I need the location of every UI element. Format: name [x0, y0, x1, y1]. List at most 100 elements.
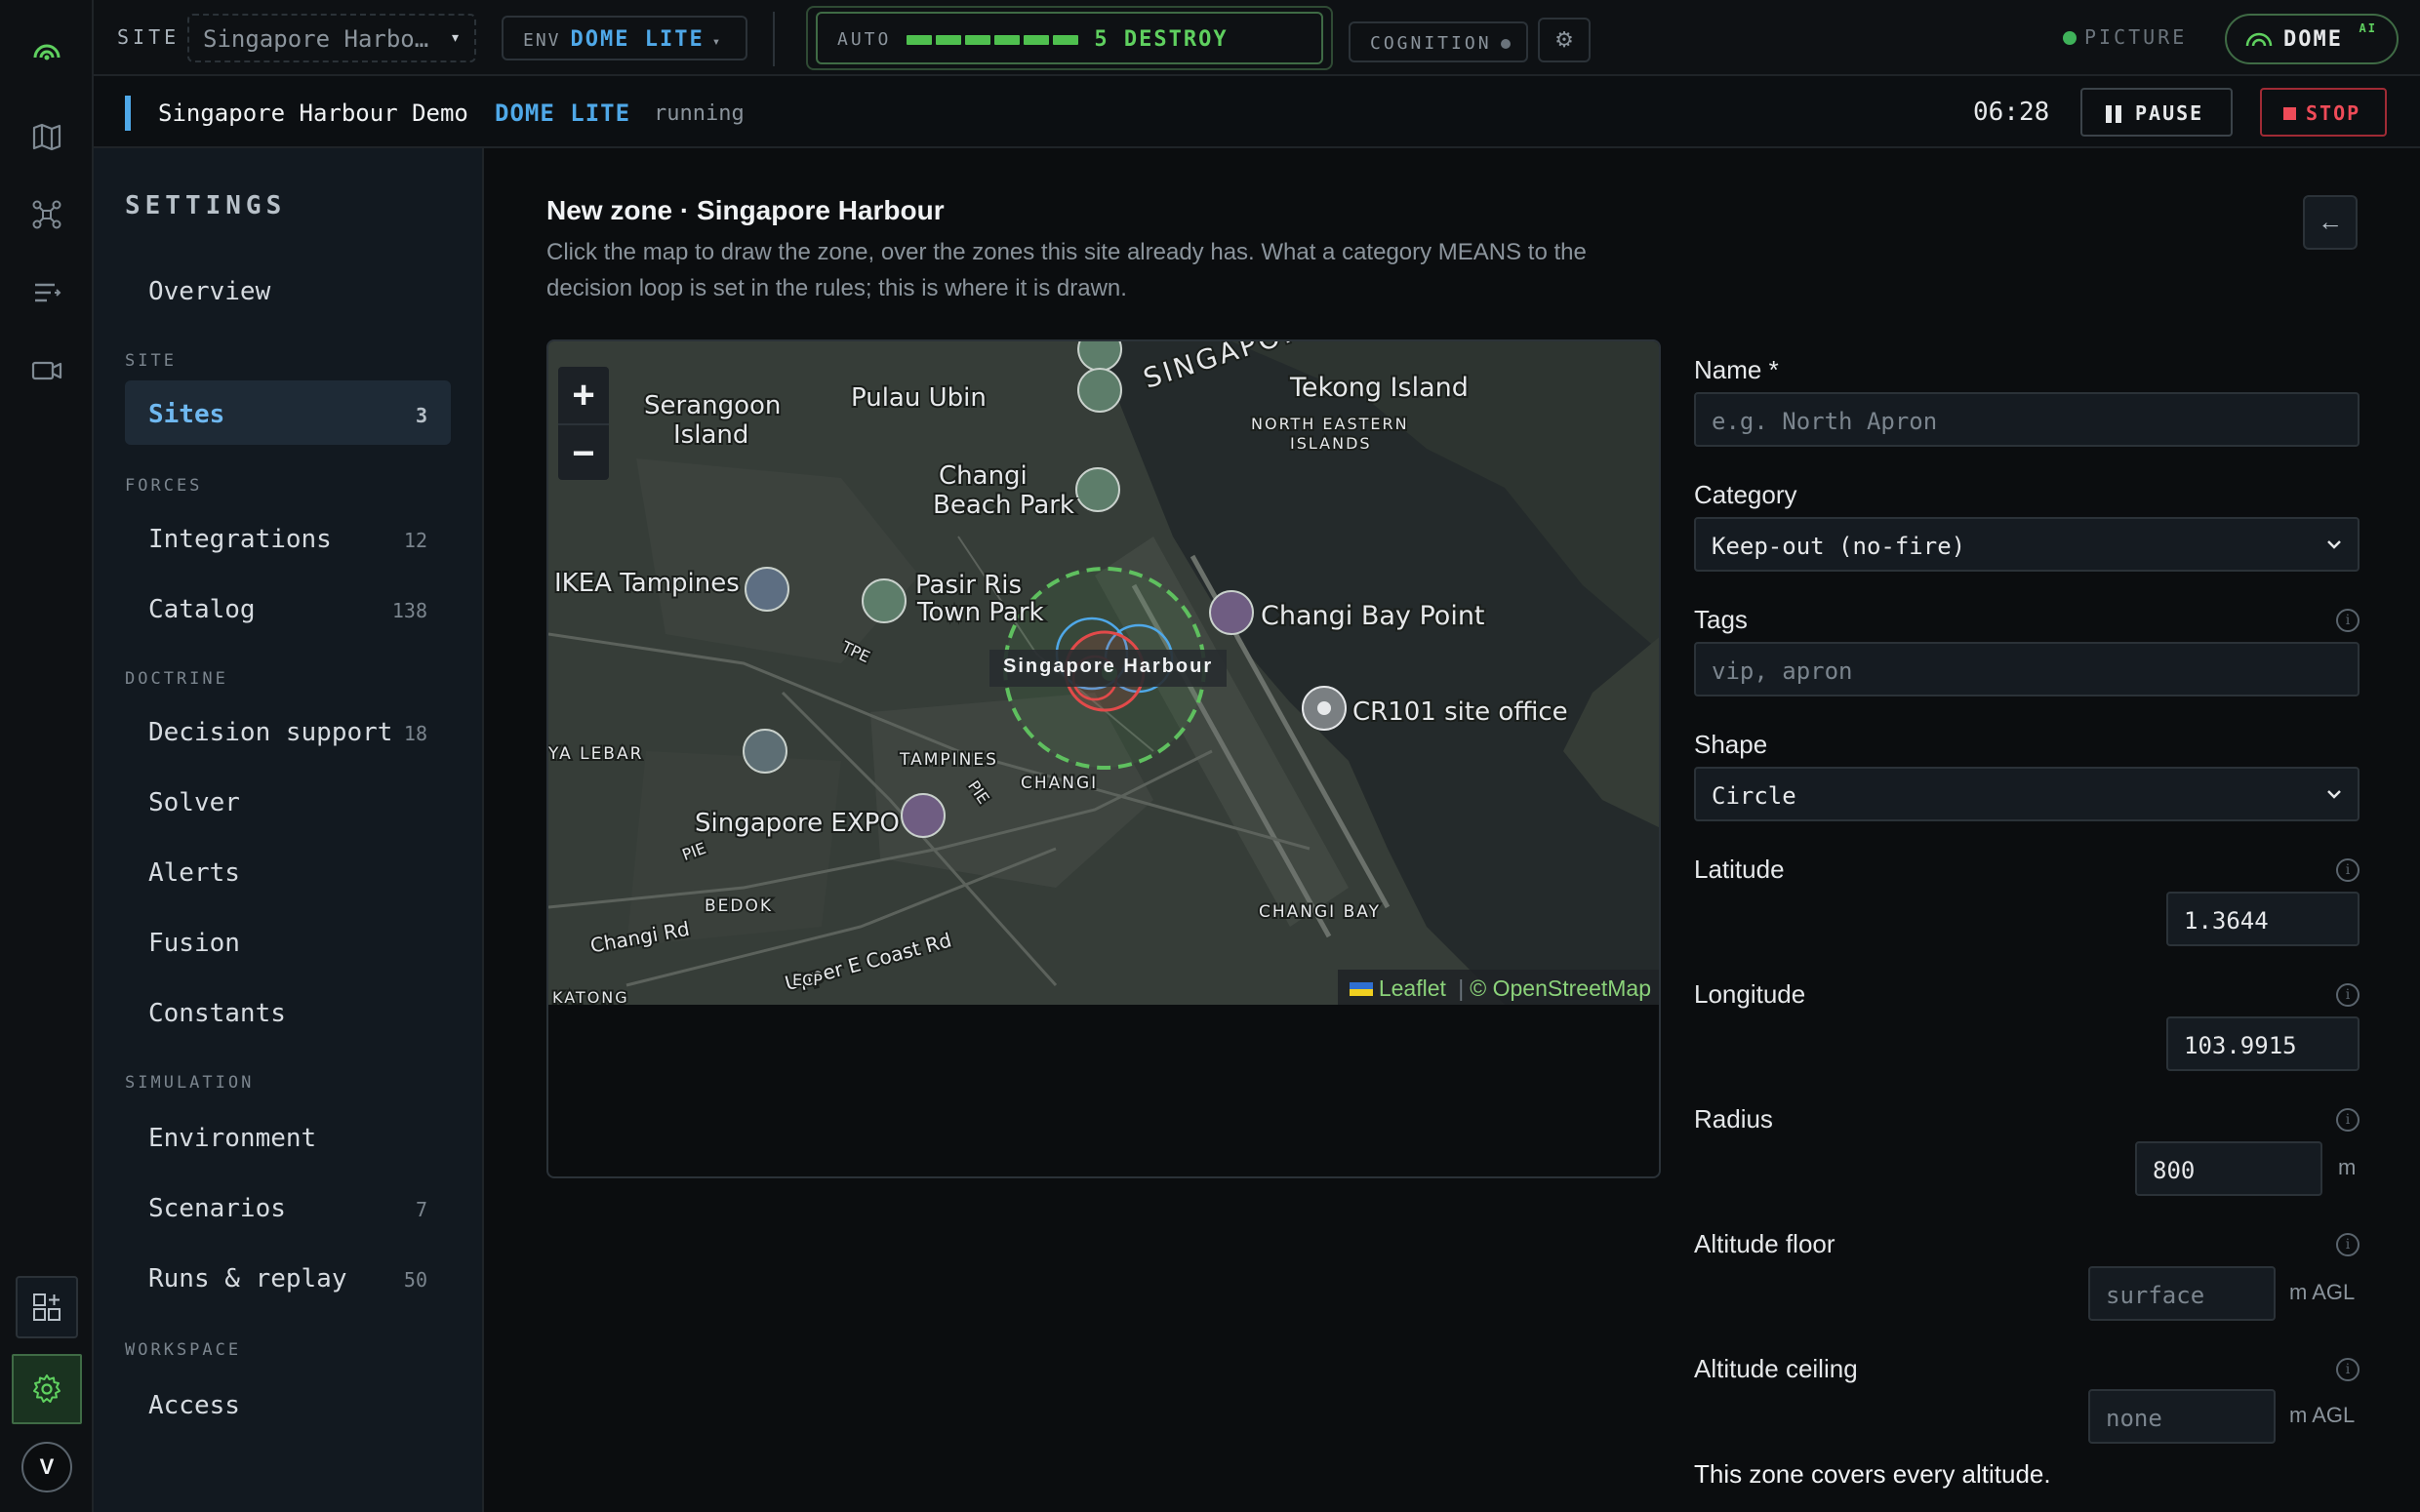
altitude-floor-input[interactable]: surface [2088, 1266, 2276, 1321]
name-label: Name * [1694, 355, 1779, 384]
user-avatar[interactable]: V [21, 1442, 72, 1492]
cognition-label: COGNITION [1370, 33, 1492, 54]
svg-text:YA LEBAR: YA LEBAR [548, 744, 643, 764]
category-value: Keep-out (no-fire) [1712, 533, 1966, 560]
svg-text:Tekong Island: Tekong Island [1289, 373, 1469, 403]
sidebar-item-constants[interactable]: Constants [125, 979, 451, 1044]
sidebar-item-label: Runs & replay [148, 1264, 347, 1293]
svg-text:NORTH EASTERN: NORTH EASTERN [1251, 415, 1409, 433]
sidebar-item-integrations[interactable]: Integrations 12 [125, 505, 451, 570]
zoom-out-button[interactable]: − [558, 423, 609, 480]
pause-button[interactable]: PAUSE [2080, 88, 2233, 137]
site-select-value: Singapore Harbo… [203, 25, 429, 53]
top-bar: SITE Singapore Harbo… ▾ ENV DOME LITE ▾ AU… [94, 0, 2420, 76]
left-rail: V [0, 0, 94, 1512]
dome-logo-icon [2245, 32, 2273, 47]
env-label: ENV [523, 30, 561, 51]
run-env: DOME LITE [495, 99, 631, 127]
tags-info-icon[interactable]: i [2336, 609, 2360, 632]
longitude-info-icon[interactable]: i [2336, 983, 2360, 1007]
sidebar-item-fusion[interactable]: Fusion [125, 909, 451, 974]
sidebar-item-label: Scenarios [148, 1194, 286, 1223]
svg-text:Serangoon: Serangoon [644, 391, 781, 420]
stop-label: STOP [2306, 101, 2361, 125]
longitude-input[interactable]: 103.9915 [2166, 1016, 2360, 1071]
map-icon[interactable] [23, 113, 70, 160]
autonomy-segment [936, 34, 962, 45]
tags-input[interactable]: vip, apron [1694, 642, 2360, 696]
sidebar-item-catalog[interactable]: Catalog 138 [125, 576, 451, 640]
latitude-label: Latitude [1694, 855, 1785, 884]
camera-icon[interactable] [23, 347, 70, 394]
settings-gear-icon[interactable] [12, 1354, 82, 1424]
section-site: SITE [125, 351, 177, 371]
list-filter-icon[interactable] [23, 269, 70, 316]
svg-text:CR101 site office: CR101 site office [1352, 697, 1568, 727]
chevron-down-icon: ▾ [450, 27, 461, 48]
shape-select[interactable]: Circle [1694, 767, 2360, 821]
network-icon[interactable] [23, 191, 70, 238]
cognition-toggle[interactable]: COGNITION [1349, 21, 1528, 62]
settings-sidebar: SETTINGS Overview SITE Sites 3 FORCES Int… [94, 148, 484, 1512]
sidebar-item-label: Catalog [148, 595, 256, 624]
topbar-gear-icon[interactable]: ⚙ [1538, 18, 1591, 62]
altitude-floor-info-icon[interactable]: i [2336, 1233, 2360, 1256]
count-badge: 18 [403, 722, 427, 745]
autonomy-segment [1053, 34, 1079, 45]
altitude-floor-label: Altitude floor [1694, 1229, 1835, 1258]
name-input[interactable]: e.g. North Apron [1694, 392, 2360, 447]
section-doctrine: DOCTRINE [125, 669, 228, 689]
autonomy-segment [965, 34, 991, 45]
latitude-input[interactable]: 1.3644 [2166, 892, 2360, 946]
count-badge: 3 [415, 404, 427, 427]
sidebar-item-scenarios[interactable]: Scenarios 7 [125, 1174, 451, 1239]
latitude-info-icon[interactable]: i [2336, 858, 2360, 882]
run-state: running [654, 101, 745, 126]
sidebar-item-solver[interactable]: Solver [125, 769, 451, 833]
dome-ai-button[interactable]: DOME AI [2225, 14, 2399, 64]
leaflet-link[interactable]: Leaflet [1379, 975, 1446, 1001]
sidebar-item-overview[interactable]: Overview [125, 258, 451, 322]
widgets-icon[interactable] [16, 1276, 78, 1338]
map-attribution: Leaflet | © OpenStreetMap [1337, 970, 1659, 1005]
svg-text:Changi: Changi [939, 461, 1028, 491]
sidebar-item-decision-support[interactable]: Decision support 18 [125, 698, 451, 763]
category-label: Category [1694, 480, 1797, 509]
radius-label: Radius [1694, 1104, 1773, 1134]
autonomy-segment [907, 34, 933, 45]
altitude-ceiling-info-icon[interactable]: i [2336, 1358, 2360, 1381]
svg-text:ECP: ECP [792, 971, 823, 989]
sidebar-item-sites[interactable]: Sites 3 [125, 380, 451, 445]
sidebar-item-access[interactable]: Access [125, 1372, 451, 1436]
run-title: Singapore Harbour Demo [158, 99, 468, 127]
env-select[interactable]: ENV DOME LITE ▾ [502, 16, 747, 60]
picture-status[interactable]: PICTURE [2063, 25, 2187, 49]
stop-button[interactable]: STOP [2260, 88, 2387, 137]
sidebar-item-alerts[interactable]: Alerts [125, 839, 451, 903]
pause-icon [2106, 105, 2112, 123]
altitude-ceiling-input[interactable]: none [2088, 1389, 2276, 1444]
altitude-note: This zone covers every altitude. [1694, 1459, 2051, 1489]
zone-map[interactable]: Pulau Ubin Serangoon Island Tekong Islan… [548, 341, 1659, 1005]
count-badge: 50 [403, 1268, 427, 1292]
zoom-in-button[interactable]: + [558, 367, 609, 423]
autonomy-segment [994, 34, 1021, 45]
main-panel: New zone · Singapore Harbour Click the m… [484, 148, 2420, 1512]
radius-input[interactable]: 800 [2135, 1141, 2322, 1196]
status-dot-icon [2063, 31, 2077, 45]
osm-link[interactable]: © OpenStreetMap [1470, 975, 1651, 1001]
back-arrow-icon[interactable]: ← [2303, 195, 2358, 250]
sidebar-item-runs-replay[interactable]: Runs & replay 50 [125, 1245, 451, 1309]
radius-info-icon[interactable]: i [2336, 1108, 2360, 1132]
category-select[interactable]: Keep-out (no-fire) [1694, 517, 2360, 572]
sidebar-item-environment[interactable]: Environment [125, 1104, 451, 1169]
accent-bar [125, 96, 131, 131]
zoom-control: + − [558, 367, 609, 480]
page-description: Click the map to draw the zone, over the… [546, 239, 1587, 301]
stop-icon [2283, 107, 2296, 120]
site-select[interactable]: Singapore Harbo… ▾ [187, 14, 476, 62]
chevron-down-icon [2327, 790, 2341, 799]
sidebar-item-label: Integrations [148, 525, 332, 554]
dome-logo-icon[interactable] [23, 29, 70, 76]
autonomy-control[interactable]: AUTO 5 DESTROY [816, 12, 1323, 64]
